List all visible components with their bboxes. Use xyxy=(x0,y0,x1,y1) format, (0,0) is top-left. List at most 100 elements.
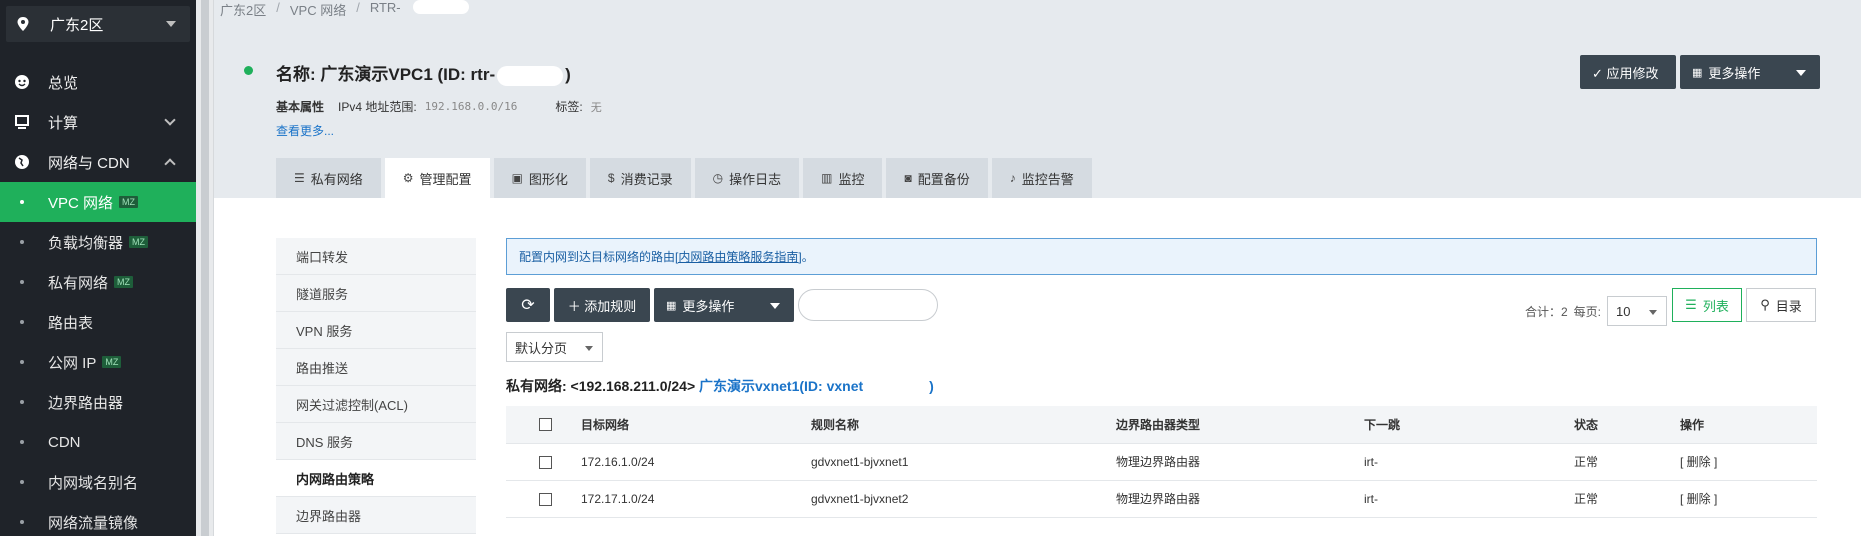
info-notice: 配置内网到达目标网络的路由 [内网路由策略服务指南]。 xyxy=(506,238,1817,275)
col-type[interactable]: 边界路由器类型 xyxy=(1116,406,1364,444)
col-dest[interactable]: 目标网络 xyxy=(581,406,811,444)
resource-header: 广东2区 / VPC 网络 / RTR- 名称: 广东演示VPC1 (ID: r… xyxy=(214,0,1861,198)
clock-icon: ◷ xyxy=(712,171,724,185)
tab-label: 操作日志 xyxy=(729,171,782,187)
notice-text: 配置内网到达目标网络的路由 xyxy=(519,250,676,264)
sidebar-item-route-table[interactable]: 路由表 xyxy=(0,302,196,342)
menu-border-router[interactable]: 边界路由器 xyxy=(276,497,476,534)
sidebar-item-label: 网络流量镜像 xyxy=(48,514,139,532)
content-panel: 配置内网到达目标网络的路由 [内网路由策略服务指南]。 ⟳ ＋ 添加规则 ▦ 更多… xyxy=(506,238,1817,518)
scrollbar[interactable] xyxy=(196,0,214,536)
sidebar-item-label: 边界路由器 xyxy=(48,394,124,412)
region-selector[interactable]: 广东2区 xyxy=(6,6,190,42)
sidebar-item-label: CDN xyxy=(48,433,81,451)
camera-icon: ◙ xyxy=(904,171,912,185)
tab-graphical[interactable]: ▣ 图形化 xyxy=(493,158,586,198)
menu-dns[interactable]: DNS 服务 xyxy=(276,423,476,460)
sidebar-item-vpc[interactable]: VPC 网络 MZ xyxy=(0,182,196,222)
list-view-label: 列表 xyxy=(1702,298,1729,314)
cell-next-hop[interactable]: irt- xyxy=(1364,443,1574,481)
bell-icon: ♪ xyxy=(1009,171,1016,185)
basic-label: 基本属性 xyxy=(276,100,325,114)
list-icon: ☰ xyxy=(1685,297,1697,312)
view-more-link[interactable]: 查看更多... xyxy=(276,122,334,139)
globe-icon xyxy=(15,155,29,169)
basic-properties: 基本属性 IPv4 地址范围: 192.168.0.0/16 标签: 无 xyxy=(276,98,640,115)
sidebar-item-label: 总览 xyxy=(48,74,79,92)
sidebar-item-traffic-mirror[interactable]: 网络流量镜像 xyxy=(0,502,196,536)
menu-acl[interactable]: 网关过滤控制(ACL) xyxy=(276,386,476,423)
tab-label: 监控 xyxy=(838,171,865,187)
delete-link[interactable]: [ 删除 ] xyxy=(1680,480,1817,518)
dashboard-icon xyxy=(15,75,29,89)
scrollbar-thumb[interactable] xyxy=(201,0,209,536)
tree-view-button[interactable]: ⚲ 目录 xyxy=(1746,288,1816,322)
per-page-label: 每页: xyxy=(1573,304,1601,319)
delete-link[interactable]: [ 删除 ] xyxy=(1680,443,1817,481)
row-checkbox[interactable] xyxy=(539,455,552,469)
sidebar-item-network-cdn[interactable]: 网络与 CDN xyxy=(0,142,196,182)
more-actions-label: 更多操作 xyxy=(1708,65,1761,81)
more-actions-dropdown[interactable]: ▦ 更多操作 xyxy=(654,288,794,322)
tab-config-backup[interactable]: ◙ 配置备份 xyxy=(886,158,988,198)
sidebar-item-load-balancer[interactable]: 负载均衡器 MZ xyxy=(0,222,196,262)
redacted-mask xyxy=(412,0,469,14)
status-indicator xyxy=(244,66,253,75)
tab-operation-log[interactable]: ◷ 操作日志 xyxy=(694,158,800,198)
paging-select[interactable]: 默认分页 xyxy=(506,332,603,362)
sidebar-item-border-router[interactable]: 边界路由器 xyxy=(0,382,196,422)
cell-dest: 172.17.1.0/24 xyxy=(581,480,811,518)
region-label: 广东2区 xyxy=(50,16,104,34)
menu-route-push[interactable]: 路由推送 xyxy=(276,349,476,386)
row-checkbox[interactable] xyxy=(539,492,552,506)
col-name[interactable]: 规则名称 xyxy=(811,406,1116,444)
sidebar-item-label: 私有网络 xyxy=(48,274,109,292)
cell-next-hop[interactable]: irt- xyxy=(1364,480,1574,518)
network-line: 私有网络: <192.168.211.0/24> 广东演示vxnet1(ID: … xyxy=(506,376,934,396)
total-count: 合计：2 xyxy=(1524,304,1568,319)
mz-badge: MZ xyxy=(119,196,139,208)
tab-label: 监控告警 xyxy=(1021,171,1074,187)
sidebar-item-public-ip[interactable]: 公网 IP MZ xyxy=(0,342,196,382)
vxnet-link[interactable]: 广东演示vxnet1(ID: vxnet xyxy=(699,378,863,394)
breadcrumb-item[interactable]: 广东2区 xyxy=(220,0,266,19)
tab-management[interactable]: ⚙ 管理配置 xyxy=(384,158,490,198)
apply-changes-button[interactable]: ✓ 应用修改 xyxy=(1580,55,1676,89)
chart-icon: ▥ xyxy=(821,171,833,185)
breadcrumb-item[interactable]: VPC 网络 xyxy=(290,0,346,19)
menu-route-policy[interactable]: 内网路由策略 xyxy=(276,460,476,497)
select-all-checkbox[interactable] xyxy=(539,418,552,432)
refresh-button[interactable]: ⟳ xyxy=(506,288,550,322)
list-view-button[interactable]: ☰ 列表 xyxy=(1672,288,1742,322)
more-actions-label: 更多操作 xyxy=(682,298,735,314)
tab-billing[interactable]: $ 消费记录 xyxy=(589,158,691,198)
tab-label: 图形化 xyxy=(528,171,568,187)
search-input[interactable] xyxy=(798,289,938,321)
tab-alerts[interactable]: ♪ 监控告警 xyxy=(991,158,1092,198)
sidebar-item-private-network[interactable]: 私有网络 MZ xyxy=(0,262,196,302)
guide-link[interactable]: [内网路由策略服务指南] xyxy=(675,248,802,265)
sidebar-item-compute[interactable]: 计算 xyxy=(0,102,196,142)
menu-port-forward[interactable]: 端口转发 xyxy=(276,238,476,275)
menu-vpn[interactable]: VPN 服务 xyxy=(276,312,476,349)
sidebar-item-cdn[interactable]: CDN xyxy=(0,422,196,462)
sidebar-item-label: VPC 网络 xyxy=(48,194,114,212)
sidebar-item-overview[interactable]: 总览 xyxy=(0,62,196,102)
sidebar-item-label: 路由表 xyxy=(48,314,94,332)
sidebar-item-domain-alias[interactable]: 内网域名别名 xyxy=(0,462,196,502)
mz-badge: MZ xyxy=(129,236,149,248)
chevron-down-icon xyxy=(164,114,176,126)
tab-monitor[interactable]: ▥ 监控 xyxy=(803,158,883,198)
menu-tunnel[interactable]: 隧道服务 xyxy=(276,275,476,312)
location-pin-icon xyxy=(17,17,29,31)
mz-badge: MZ xyxy=(114,276,134,288)
sidebar-item-label: 网络与 CDN xyxy=(48,154,130,172)
add-rule-button[interactable]: ＋ 添加规则 xyxy=(554,288,650,322)
per-page-select[interactable]: 10 xyxy=(1607,296,1667,326)
tab-private-network[interactable]: ☰ 私有网络 xyxy=(276,158,381,198)
gear-icon: ⚙ xyxy=(402,171,414,185)
col-status[interactable]: 状态 xyxy=(1574,406,1680,444)
col-next-hop[interactable]: 下一跳 xyxy=(1364,406,1574,444)
redacted-mask xyxy=(863,379,930,396)
more-actions-button[interactable]: ▦ 更多操作 xyxy=(1680,55,1820,89)
